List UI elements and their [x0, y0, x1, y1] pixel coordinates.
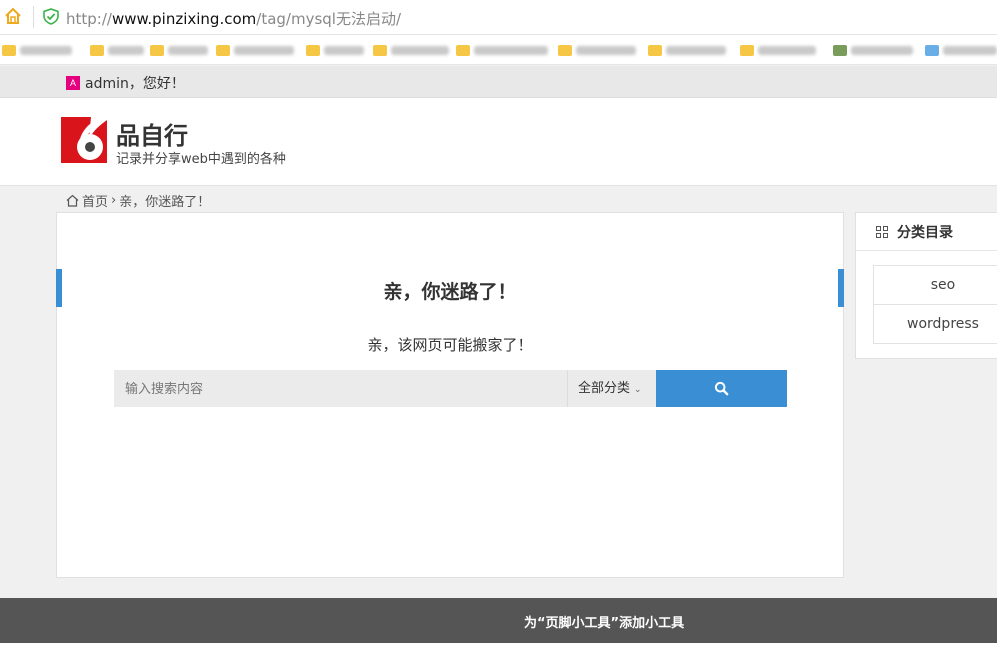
folder-icon	[456, 44, 470, 56]
folder-icon	[216, 44, 230, 56]
category-list: seo wordpress	[873, 265, 997, 344]
home-icon	[66, 194, 79, 207]
secure-shield-icon[interactable]	[43, 8, 59, 25]
category-widget: 分类目录 seo wordpress	[855, 212, 997, 359]
bookmark-item[interactable]	[558, 42, 636, 58]
category-item-wordpress[interactable]: wordpress	[873, 304, 997, 344]
bookmark-item[interactable]	[150, 42, 208, 58]
category-select-value: 全部分类	[578, 381, 631, 396]
breadcrumb-home-link[interactable]: 首页	[82, 191, 108, 210]
chevron-down-icon: ⌄	[634, 385, 642, 395]
breadcrumb-current: 亲，你迷路了！	[119, 195, 211, 210]
site-header: 品自行 记录并分享web中遇到的各种	[0, 98, 997, 186]
widget-header: 分类目录	[856, 213, 997, 251]
folder-icon	[740, 44, 754, 56]
folder-icon	[150, 44, 164, 56]
site-logo[interactable]	[61, 117, 107, 163]
not-found-message: 亲，该网页可能搬家了！	[367, 336, 533, 354]
folder-icon	[2, 44, 16, 56]
breadcrumb-separator: ›	[111, 193, 117, 208]
bookmark-item[interactable]	[648, 42, 726, 58]
site-footer: 为“页脚小工具”添加小工具	[0, 598, 997, 643]
bookmark-item[interactable]	[373, 42, 449, 58]
search-form: 全部分类⌄	[114, 370, 787, 407]
home-icon[interactable]	[4, 7, 22, 25]
user-greeting[interactable]: admin，您好！	[85, 73, 185, 93]
url-field[interactable]: http://www.pinzixing.com/tag/mysql无法启动/	[66, 8, 401, 29]
breadcrumb: 首页 › 亲，你迷路了！	[66, 191, 210, 210]
address-divider	[33, 6, 34, 28]
footer-widget-hint: 为“页脚小工具”添加小工具	[524, 616, 685, 631]
bookmark-item[interactable]	[2, 42, 72, 58]
folder-icon	[306, 44, 320, 56]
url-host: www.pinzixing.com	[111, 10, 257, 28]
folder-icon	[90, 44, 104, 56]
widget-title: 分类目录	[897, 224, 953, 241]
bookmark-item[interactable]	[925, 42, 997, 58]
bookmark-item[interactable]	[216, 42, 294, 58]
folder-icon	[648, 44, 662, 56]
site-title[interactable]: 品自行	[116, 116, 188, 151]
page-title: 亲，你迷路了！	[383, 281, 517, 303]
url-scheme: http://	[66, 10, 112, 28]
grid-icon	[876, 225, 888, 238]
browser-address-bar: http://www.pinzixing.com/tag/mysql无法启动/	[0, 0, 997, 35]
search-input[interactable]	[114, 370, 567, 407]
bookmark-item[interactable]	[90, 42, 144, 58]
category-item-seo[interactable]: seo	[873, 265, 997, 305]
search-icon	[714, 381, 729, 396]
url-path: /tag/mysql无法启动/	[256, 10, 402, 28]
avatar[interactable]: A	[66, 76, 80, 90]
site-icon	[833, 44, 847, 56]
bookmark-item[interactable]	[740, 42, 816, 58]
page-bottom	[0, 643, 997, 653]
site-icon	[925, 44, 939, 56]
search-button[interactable]	[656, 370, 787, 407]
main-panel: 亲，你迷路了！ 亲，该网页可能搬家了！ 全部分类⌄	[56, 212, 844, 578]
bookmark-item[interactable]	[306, 42, 364, 58]
bookmark-item[interactable]	[456, 42, 548, 58]
user-bar: A admin，您好！	[0, 66, 997, 98]
category-select[interactable]: 全部分类 ⌄	[567, 370, 656, 407]
folder-icon	[558, 44, 572, 56]
bookmark-item[interactable]	[833, 42, 913, 58]
folder-icon	[373, 44, 387, 56]
bookmarks-bar	[0, 35, 997, 65]
site-description: 记录并分享web中遇到的各种	[116, 152, 286, 167]
